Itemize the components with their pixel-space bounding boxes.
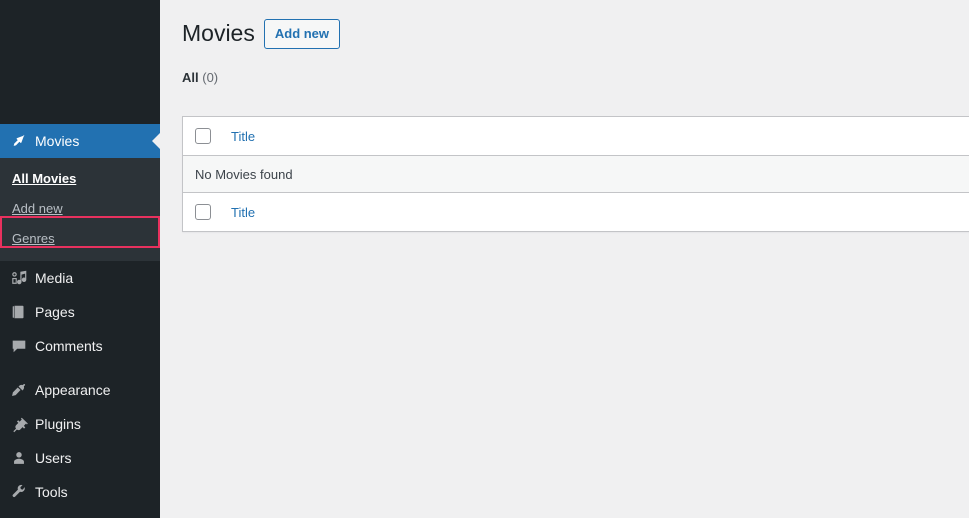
table-foot: Title xyxy=(183,192,969,231)
main-content-area: Movies Add new All (0) Title No Movies f… xyxy=(160,0,969,518)
sidebar-item-label: Comments xyxy=(35,338,103,354)
empty-message-cell: No Movies found xyxy=(183,156,969,192)
movies-submenu: All Movies Add new Genres xyxy=(0,158,160,261)
sidebar-scrolled-area xyxy=(0,0,160,124)
sidebar-item-plugins[interactable]: Plugins xyxy=(0,407,160,441)
sidebar-item-label: Appearance xyxy=(35,382,111,398)
table-head: Title xyxy=(183,117,969,156)
sidebar-item-label: Pages xyxy=(35,304,75,320)
column-sort-title-top[interactable]: Title xyxy=(231,129,255,144)
wordpress-admin-screen: Movies All Movies Add new Genres Media P… xyxy=(0,0,969,518)
column-sort-title-bottom[interactable]: Title xyxy=(231,205,255,220)
sidebar-item-label: Users xyxy=(35,450,72,466)
movies-list-table: Title No Movies found Title xyxy=(182,116,969,232)
sidebar-item-pages[interactable]: Pages xyxy=(0,295,160,329)
add-new-button[interactable]: Add new xyxy=(263,19,341,49)
filter-count-all: (0) xyxy=(202,70,219,85)
table-empty-row: No Movies found xyxy=(183,156,969,192)
select-all-header-cell xyxy=(183,117,221,156)
sidebar-item-media[interactable]: Media xyxy=(0,261,160,295)
sidebar-item-movies[interactable]: Movies xyxy=(0,124,160,158)
column-header-title: Title xyxy=(221,117,969,156)
media-icon xyxy=(9,268,29,288)
sidebar-item-comments[interactable]: Comments xyxy=(0,329,160,363)
select-all-checkbox-bottom[interactable] xyxy=(195,204,211,220)
sidebar-item-appearance[interactable]: Appearance xyxy=(0,373,160,407)
sidebar-item-label: Tools xyxy=(35,484,68,500)
submenu-item-all-movies[interactable]: All Movies xyxy=(0,164,160,194)
filter-item-all: All (0) xyxy=(182,65,218,91)
filter-link-all[interactable]: All xyxy=(182,70,199,85)
table-body: No Movies found xyxy=(183,156,969,192)
submenu-item-genres[interactable]: Genres xyxy=(0,224,160,254)
sidebar-item-users[interactable]: Users xyxy=(0,441,160,475)
sidebar-item-label: Plugins xyxy=(35,416,81,432)
tools-wrench-icon xyxy=(9,482,29,502)
page-header: Movies Add new xyxy=(182,10,949,49)
current-menu-arrow-icon xyxy=(152,133,160,149)
sidebar-item-label: Movies xyxy=(35,133,80,149)
submenu-item-add-new[interactable]: Add new xyxy=(0,194,160,224)
sidebar-item-tools[interactable]: Tools xyxy=(0,475,160,509)
plugins-plug-icon xyxy=(9,414,29,434)
sidebar-item-label: Media xyxy=(35,270,74,286)
users-icon xyxy=(9,448,29,468)
sidebar-separator xyxy=(0,363,160,373)
pages-icon xyxy=(9,302,29,322)
page-title: Movies xyxy=(182,20,255,47)
table-footer-row: Title xyxy=(183,192,969,231)
table-header-row: Title xyxy=(183,117,969,156)
sidebar-item-settings[interactable]: Settings xyxy=(0,509,160,518)
select-all-checkbox-top[interactable] xyxy=(195,128,211,144)
select-all-footer-cell xyxy=(183,192,221,231)
page-wrap: Movies Add new All (0) Title No Movies f… xyxy=(160,0,969,232)
column-footer-title: Title xyxy=(221,192,969,231)
comments-icon xyxy=(9,336,29,356)
status-filter-list: All (0) xyxy=(182,65,949,91)
admin-sidebar-menu: Movies All Movies Add new Genres Media P… xyxy=(0,0,160,518)
appearance-brush-icon xyxy=(9,380,29,400)
pushpin-icon xyxy=(9,131,29,151)
